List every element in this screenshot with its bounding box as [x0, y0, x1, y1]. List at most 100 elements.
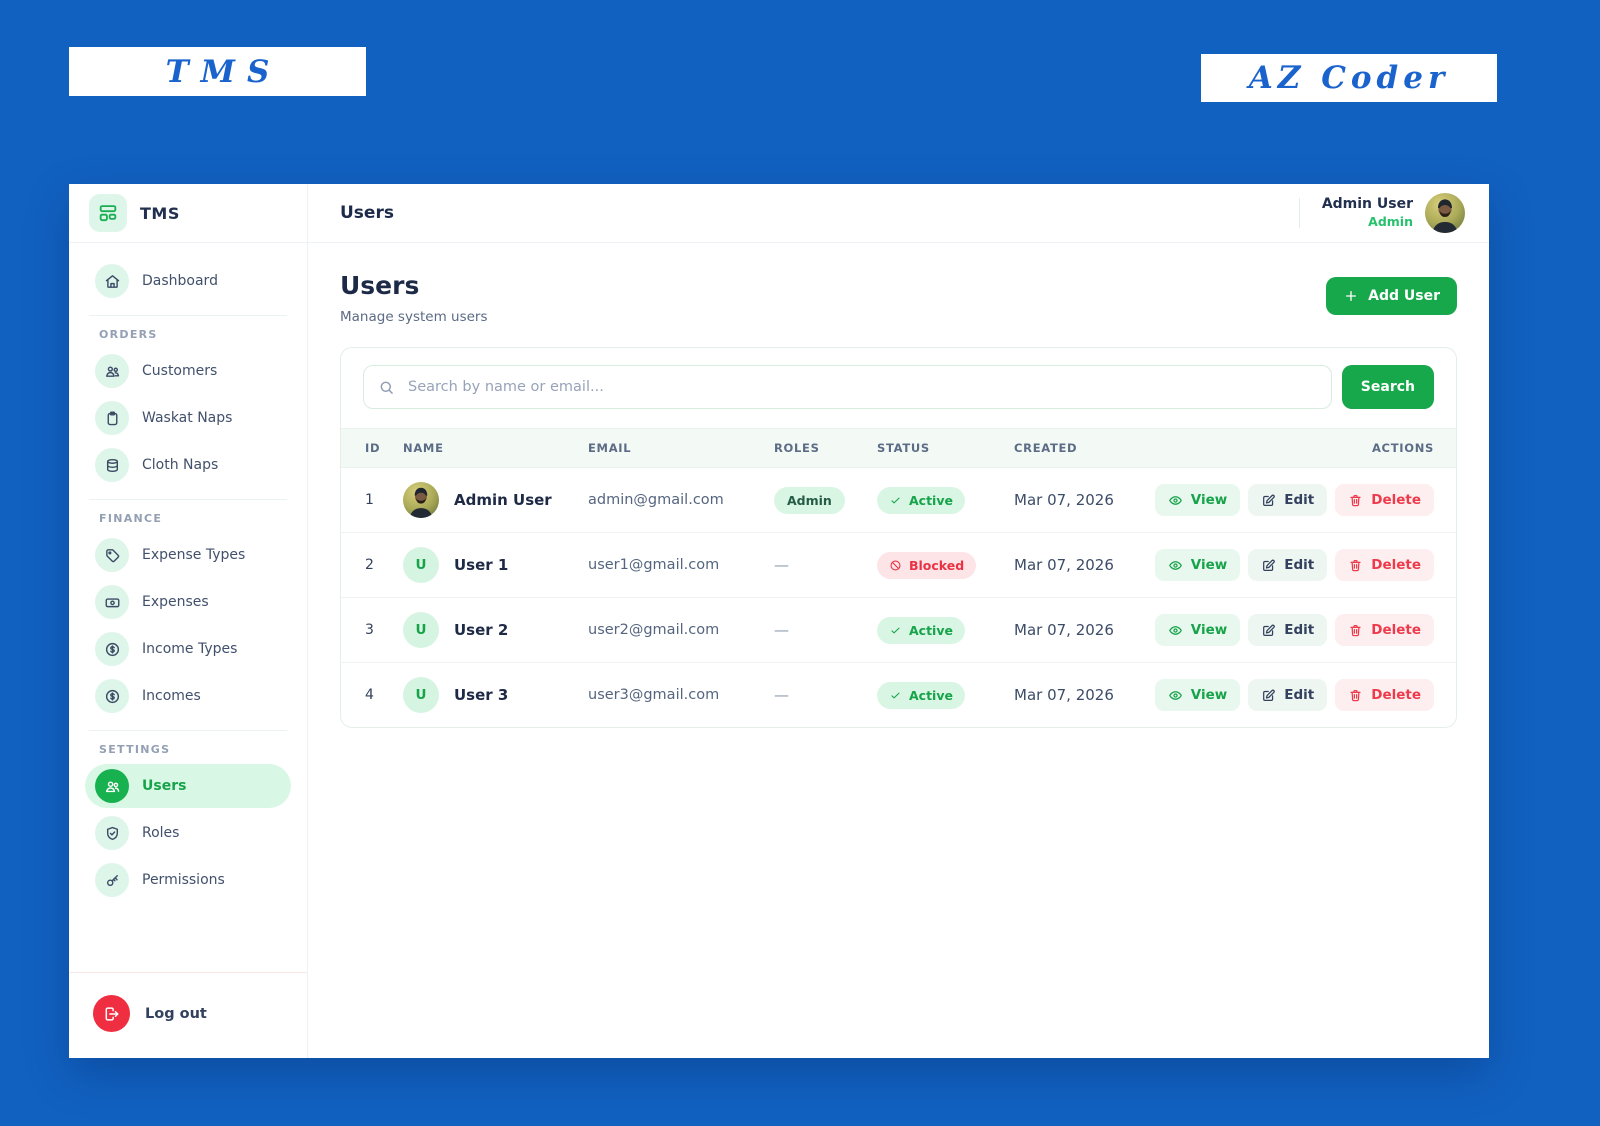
sidebar-item-icon-circle — [95, 769, 129, 803]
brand-box-az-coder: AZ Coder — [1201, 54, 1497, 102]
cell-email: user3@gmail.com — [588, 662, 774, 727]
user-email-text: user3@gmail.com — [588, 687, 720, 703]
column-header-created: CREATED — [1014, 428, 1219, 468]
sidebar-item-incomes[interactable]: Incomes — [85, 674, 291, 718]
search-icon — [378, 379, 395, 396]
sidebar-section-label: ORDERS — [99, 328, 158, 341]
trash-icon — [1348, 493, 1363, 508]
tms-logo-badge — [89, 194, 127, 232]
edit-button[interactable]: Edit — [1248, 614, 1328, 646]
users-card: Search IDNAMEEMAILROLESSTATUSCREATEDACTI… — [340, 347, 1457, 728]
top-bar: Users Admin User Admin — [308, 184, 1489, 243]
table-row: 3 U User 2 user2@gmail.com — Active Mar 07, 20… — [341, 597, 1456, 663]
user-role: Admin — [1368, 214, 1413, 229]
avatar[interactable] — [1425, 193, 1465, 233]
actions-group: View Edit Delete — [1154, 679, 1456, 711]
topbar-divider — [1298, 198, 1300, 228]
sidebar-item-icon-circle — [95, 863, 129, 897]
sidebar-section-divider — [89, 315, 287, 316]
edit-button[interactable]: Edit — [1248, 484, 1328, 516]
delete-button-label: Delete — [1371, 492, 1421, 508]
column-header-status: STATUS — [877, 428, 1014, 468]
page-subtitle: Manage system users — [340, 309, 488, 325]
brand-box-tms: TMS — [69, 47, 366, 96]
sidebar-item-customers[interactable]: Customers — [85, 349, 291, 393]
page-heading-group: Users Manage system users — [340, 271, 488, 325]
cell-email: user2@gmail.com — [588, 597, 774, 663]
check-icon — [889, 624, 902, 637]
edit-button-label: Edit — [1284, 492, 1315, 508]
home-icon — [104, 273, 121, 290]
logout-button[interactable]: Log out — [85, 993, 291, 1034]
sidebar-item-income-types[interactable]: Income Types — [85, 627, 291, 671]
user-email-text: user1@gmail.com — [588, 557, 720, 573]
sidebar-item-label: Roles — [142, 825, 180, 841]
view-button[interactable]: View — [1154, 484, 1241, 516]
trash-icon — [1348, 623, 1363, 638]
sidebar-item-permissions[interactable]: Permissions — [85, 858, 291, 902]
cell-id: 2 — [341, 532, 403, 598]
tag-icon — [104, 547, 121, 564]
delete-button[interactable]: Delete — [1335, 679, 1434, 711]
page-title: Users — [340, 271, 420, 300]
search-button[interactable]: Search — [1341, 365, 1434, 409]
cell-status: Active — [877, 468, 1014, 533]
users-icon — [104, 778, 121, 795]
view-button[interactable]: View — [1154, 679, 1241, 711]
user-meta: Admin User Admin — [1322, 195, 1413, 231]
user-initial-avatar: U — [403, 677, 439, 713]
sidebar-item-label: Waskat Naps — [142, 410, 233, 426]
sidebar-item-cloth-naps[interactable]: Cloth Naps — [85, 443, 291, 487]
view-button[interactable]: View — [1154, 614, 1241, 646]
user-email-text: admin@gmail.com — [588, 492, 724, 508]
column-header-email: EMAIL — [588, 428, 774, 468]
sidebar-item-waskat-naps[interactable]: Waskat Naps — [85, 396, 291, 440]
cell-id: 4 — [341, 662, 403, 727]
cell-email: user1@gmail.com — [588, 532, 774, 598]
plus-icon — [1343, 288, 1359, 304]
search-input[interactable] — [406, 378, 1317, 396]
actions-group: View Edit Delete — [1154, 549, 1456, 581]
topbar-title: Users — [340, 203, 394, 223]
delete-button[interactable]: Delete — [1335, 614, 1434, 646]
sidebar-item-users[interactable]: Users — [85, 764, 291, 808]
sidebar-item-icon-circle — [95, 816, 129, 850]
eye-icon — [1168, 623, 1183, 638]
sidebar-item-expense-types[interactable]: Expense Types — [85, 533, 291, 577]
edit-button-label: Edit — [1284, 557, 1315, 573]
view-button[interactable]: View — [1154, 549, 1241, 581]
sidebar-item-dashboard[interactable]: Dashboard — [85, 259, 291, 303]
eye-icon — [1168, 493, 1183, 508]
sidebar-item-expenses[interactable]: Expenses — [85, 580, 291, 624]
cell-actions: View Edit Delete — [1154, 662, 1456, 727]
status-badge: Blocked — [877, 551, 977, 579]
cell-name: U User 3 — [403, 662, 588, 727]
column-header-id: ID — [341, 428, 403, 468]
sidebar-item-label: Expense Types — [142, 547, 246, 563]
edit-button-label: Edit — [1284, 687, 1315, 703]
topbar-user-block[interactable]: Admin User Admin — [1298, 193, 1465, 233]
add-user-button[interactable]: Add User — [1326, 277, 1457, 315]
page-header: Users Manage system users Add User — [340, 271, 1457, 325]
actions-group: View Edit Delete — [1154, 614, 1456, 646]
status-label: Blocked — [909, 557, 965, 573]
status-badge: Active — [877, 681, 965, 709]
sidebar-section-divider — [89, 499, 287, 500]
cell-actions: View Edit Delete — [1154, 597, 1456, 663]
delete-button[interactable]: Delete — [1335, 484, 1434, 516]
edit-button[interactable]: Edit — [1248, 549, 1328, 581]
status-label: Active — [909, 622, 953, 638]
edit-button[interactable]: Edit — [1248, 679, 1328, 711]
edit-button-label: Edit — [1284, 622, 1315, 638]
user-email-text: user2@gmail.com — [588, 622, 720, 638]
table-row: 1 Admin User admin@gmail.com Admin Active Mar… — [341, 468, 1456, 533]
main-area: Users Admin User Admin Users Manage syst… — [308, 184, 1489, 1058]
search-row: Search — [341, 348, 1456, 428]
table-head: ID NAME EMAIL ROLES STATUS CREATED ACTIONS — [341, 428, 1456, 468]
sidebar-item-label: Incomes — [142, 688, 201, 704]
trash-icon — [1348, 558, 1363, 573]
key-icon — [104, 872, 121, 889]
delete-button[interactable]: Delete — [1335, 549, 1434, 581]
cell-status: Active — [877, 662, 1014, 727]
sidebar-item-roles[interactable]: Roles — [85, 811, 291, 855]
